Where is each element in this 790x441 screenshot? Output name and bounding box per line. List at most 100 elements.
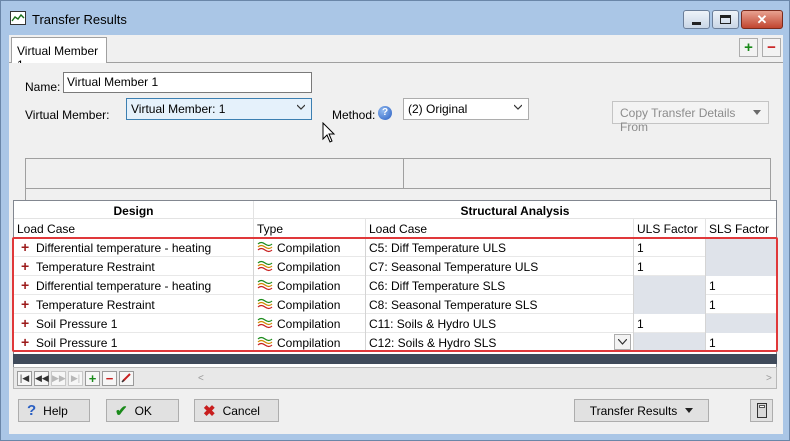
- window-title: Transfer Results: [32, 12, 127, 27]
- delete-record-button[interactable]: −: [102, 371, 117, 386]
- minimize-button[interactable]: [683, 10, 710, 29]
- uls-factor-cell[interactable]: 1: [634, 257, 706, 276]
- sa-load-case-cell[interactable]: C6: Diff Temperature SLS: [366, 276, 634, 295]
- sls-factor-cell[interactable]: [706, 314, 776, 333]
- column-header-design-load-case[interactable]: Load Case: [14, 219, 254, 237]
- load-case-dropdown-button[interactable]: [614, 334, 631, 350]
- uls-factor-cell[interactable]: [634, 333, 706, 352]
- uls-factor-cell[interactable]: [634, 276, 706, 295]
- tab-virtual-member-1[interactable]: Virtual Member 1: [11, 37, 107, 72]
- sa-load-case-cell[interactable]: C7: Seasonal Temperature ULS: [366, 257, 634, 276]
- name-field[interactable]: Virtual Member 1: [63, 72, 312, 93]
- transfer-results-window: Transfer Results ✕ Virtual Member 1 + − …: [0, 0, 790, 441]
- sls-factor-cell[interactable]: 1: [706, 295, 776, 314]
- first-record-button[interactable]: |◀: [17, 371, 32, 386]
- next-record-button[interactable]: ▶▶: [51, 371, 66, 386]
- dropdown-arrow-icon: [753, 110, 761, 115]
- type-text: Compilation: [277, 260, 341, 274]
- type-text: Compilation: [277, 279, 341, 293]
- expand-row-icon[interactable]: +: [21, 240, 29, 254]
- design-load-case-cell[interactable]: + Differential temperature - heating: [14, 276, 254, 295]
- design-load-case-cell[interactable]: + Temperature Restraint: [14, 295, 254, 314]
- type-cell[interactable]: Compilation: [254, 314, 366, 333]
- dialog-footer: ? Help ✔ OK ✖ Cancel Transfer Results: [9, 393, 783, 433]
- calculator-button[interactable]: [750, 399, 773, 422]
- expand-row-icon[interactable]: +: [21, 316, 29, 330]
- ok-label: OK: [134, 403, 152, 418]
- type-cell[interactable]: Compilation: [254, 276, 366, 295]
- add-tab-button[interactable]: +: [739, 38, 758, 57]
- sls-factor-cell[interactable]: 1: [706, 276, 776, 295]
- column-header-uls-factor[interactable]: ULS Factor: [634, 219, 706, 237]
- last-record-button[interactable]: ▶|: [68, 371, 83, 386]
- design-load-case-cell[interactable]: + Soil Pressure 1: [14, 314, 254, 333]
- sa-load-case-text: C12: Soils & Hydro SLS: [369, 336, 497, 350]
- method-help-icon[interactable]: ?: [378, 106, 392, 120]
- ok-button[interactable]: ✔ OK: [106, 399, 179, 422]
- sa-load-case-cell[interactable]: C11: Soils & Hydro ULS: [366, 314, 634, 333]
- column-header-sls-factor[interactable]: SLS Factor: [706, 219, 776, 237]
- uls-factor-cell[interactable]: 1: [634, 238, 706, 257]
- add-record-button[interactable]: +: [85, 371, 100, 386]
- chevron-down-icon: [618, 339, 627, 345]
- expand-row-icon[interactable]: +: [21, 297, 29, 311]
- sa-load-case-text: C5: Diff Temperature ULS: [369, 241, 506, 255]
- edit-record-button[interactable]: [119, 371, 134, 386]
- transfer-results-button[interactable]: Transfer Results: [574, 399, 709, 422]
- method-select[interactable]: (2) Original: [403, 98, 529, 120]
- uls-factor-cell[interactable]: [634, 295, 706, 314]
- sa-load-case-cell[interactable]: C12: Soils & Hydro SLS: [366, 333, 634, 352]
- design-load-case-cell[interactable]: + Differential temperature - heating: [14, 238, 254, 257]
- design-load-case-cell[interactable]: + Temperature Restraint: [14, 257, 254, 276]
- remove-tab-button[interactable]: −: [762, 38, 781, 57]
- type-cell[interactable]: Compilation: [254, 257, 366, 276]
- sa-load-case-cell[interactable]: C8: Seasonal Temperature SLS: [366, 295, 634, 314]
- sa-load-case-cell[interactable]: C5: Diff Temperature ULS: [366, 238, 634, 257]
- expand-row-icon[interactable]: +: [21, 278, 29, 292]
- table-row[interactable]: + Soil Pressure 1 Compilation C12: Soils & …: [14, 333, 776, 352]
- grid-status-strip: [13, 354, 777, 364]
- type-cell[interactable]: Compilation: [254, 295, 366, 314]
- help-button[interactable]: ? Help: [18, 399, 90, 422]
- design-group-header: Design: [14, 201, 254, 218]
- design-load-case-cell[interactable]: + Soil Pressure 1: [14, 333, 254, 352]
- sa-load-case-text: C11: Soils & Hydro ULS: [369, 317, 497, 331]
- title-bar[interactable]: Transfer Results ✕: [1, 1, 789, 35]
- sls-factor-cell[interactable]: 1: [706, 333, 776, 352]
- app-icon: [10, 11, 26, 25]
- type-cell[interactable]: Compilation: [254, 333, 366, 352]
- table-row[interactable]: + Soil Pressure 1 Compilation C11: Soils & …: [14, 314, 776, 333]
- table-row[interactable]: + Temperature Restraint Compilation C8: Sea…: [14, 295, 776, 314]
- close-button[interactable]: ✕: [741, 10, 783, 29]
- design-load-case-text: Temperature Restraint: [36, 260, 155, 274]
- sa-load-case-text: C7: Seasonal Temperature ULS: [369, 260, 539, 274]
- close-icon: ✕: [756, 11, 768, 27]
- scroll-left-icon[interactable]: <: [198, 373, 204, 384]
- copy-transfer-details-button[interactable]: Copy Transfer Details From: [612, 101, 769, 134]
- type-cell[interactable]: Compilation: [254, 238, 366, 257]
- table-row[interactable]: + Differential temperature - heating Compi…: [14, 276, 776, 295]
- design-load-case-text: Soil Pressure 1: [36, 336, 118, 350]
- maximize-button[interactable]: [712, 10, 739, 29]
- type-text: Compilation: [277, 241, 341, 255]
- table-row[interactable]: + Differential temperature - heating Compi…: [14, 238, 776, 257]
- sls-factor-cell[interactable]: [706, 257, 776, 276]
- column-header-type[interactable]: Type: [254, 219, 366, 237]
- column-header-sa-load-case[interactable]: Load Case: [366, 219, 634, 237]
- structural-analysis-group-header: Structural Analysis: [460, 204, 570, 218]
- sa-load-case-text: C6: Diff Temperature SLS: [369, 279, 506, 293]
- column-header-row: Load Case Type Load Case ULS Factor SLS …: [14, 219, 776, 238]
- expand-row-icon[interactable]: +: [21, 259, 29, 273]
- chevron-down-icon: [297, 104, 305, 110]
- virtual-member-select[interactable]: Virtual Member: 1: [126, 98, 312, 120]
- table-row[interactable]: + Temperature Restraint Compilation C7: Sea…: [14, 257, 776, 276]
- compilation-icon: [257, 298, 273, 310]
- uls-factor-cell[interactable]: 1: [634, 314, 706, 333]
- scroll-right-icon[interactable]: >: [766, 373, 772, 384]
- previous-record-button[interactable]: ◀◀: [34, 371, 49, 386]
- sls-factor-cell[interactable]: [706, 238, 776, 257]
- cancel-button[interactable]: ✖ Cancel: [194, 399, 279, 422]
- cancel-icon: ✖: [203, 402, 216, 420]
- expand-row-icon[interactable]: +: [21, 335, 29, 349]
- virtual-member-value: Virtual Member: 1: [131, 102, 226, 116]
